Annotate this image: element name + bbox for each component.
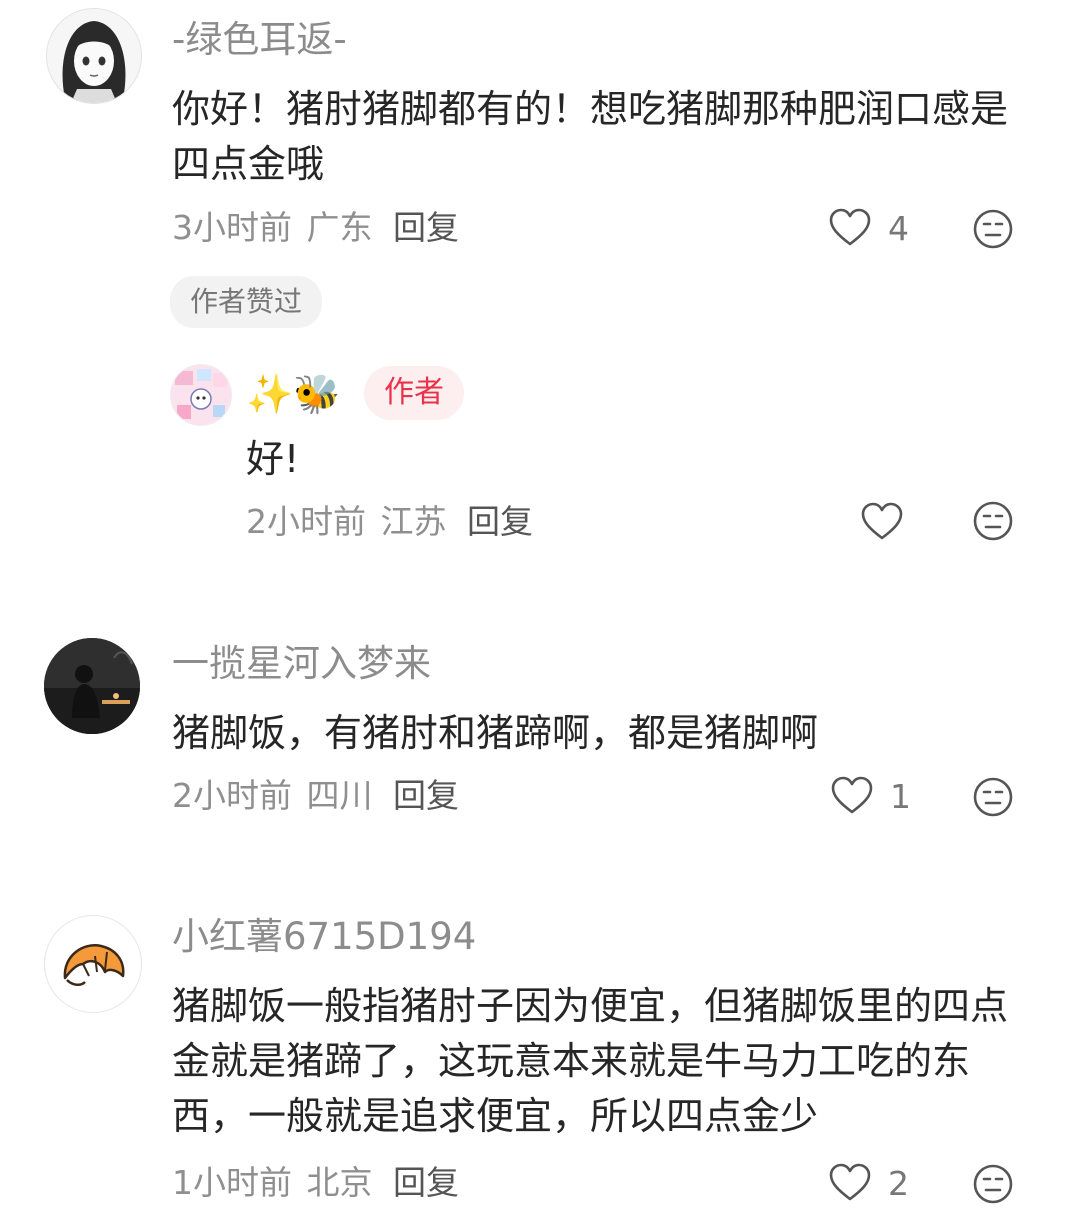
timestamp: 2小时前 [172,776,292,815]
like-button[interactable]: 4 [828,208,909,248]
location: 北京 [306,1163,373,1202]
reply-text: 好! [246,437,300,481]
comment-item: -绿色耳返- 你好！猪肘猪脚都有的！想吃猪脚那种肥润口感是四点金哦 3小时前 广… [0,0,1079,330]
avatar[interactable] [46,8,142,104]
heart-icon [861,502,903,540]
username[interactable]: 一揽星河入梦来 [172,642,431,686]
emoji-react-button[interactable] [972,776,1014,822]
reply-button[interactable]: 回复 [467,502,533,541]
like-button[interactable]: 2 [828,1163,909,1203]
like-count: 4 [888,208,909,248]
reply-button[interactable]: 回复 [393,776,459,815]
like-button[interactable] [860,502,920,542]
like-count: 2 [888,1163,909,1203]
timestamp: 3小时前 [172,208,292,247]
avatar[interactable] [170,364,232,426]
username[interactable]: -绿色耳返- [172,18,347,62]
sticker-collage-avatar-icon [171,365,231,425]
emoji-react-button[interactable] [972,1163,1014,1209]
anime-girl-avatar-icon [47,9,141,103]
emoji-react-button[interactable] [972,208,1014,254]
reply-meta: 2小时前 江苏 回复 [246,502,533,542]
heart-icon [829,208,871,246]
comment-text: 你好！猪肘猪脚都有的！想吃猪脚那种肥润口感是四点金哦 [172,87,1009,186]
like-count: 1 [890,776,911,816]
dark-silhouette-avatar-icon [44,638,140,734]
neutral-face-icon [973,501,1013,541]
reply-item: ✨🐝 作者 好! 2小时前 江苏 回复 [0,350,1079,560]
timestamp: 2小时前 [246,502,366,541]
neutral-face-icon [973,777,1013,817]
location: 江苏 [380,502,447,541]
comment-item: 一揽星河入梦来 猪脚饭，有猪肘和猪蹄啊，都是猪脚啊 2小时前 四川 回复 1 [0,620,1079,840]
like-button[interactable]: 1 [830,776,911,816]
heart-icon [829,1163,871,1201]
username[interactable]: 小红薯6715D194 [172,915,476,959]
comment-meta: 1小时前 北京 回复 [172,1163,459,1203]
avatar[interactable] [44,638,140,734]
neutral-face-icon [973,209,1013,249]
username[interactable]: ✨🐝 [246,372,341,416]
neutral-face-icon [973,1164,1013,1204]
comment-text: 猪脚饭，有猪肘和猪蹄啊，都是猪脚啊 [172,711,819,755]
location: 四川 [306,776,373,815]
heart-icon [831,776,873,814]
reply-button[interactable]: 回复 [393,1163,459,1202]
reply-button[interactable]: 回复 [393,208,459,247]
comment-text: 猪脚饭一般指猪肘子因为便宜，但猪脚饭里的四点金就是猪蹄了，这玩意本来就是牛马力工… [172,984,1009,1138]
location: 广东 [306,208,373,247]
comment-meta: 2小时前 四川 回复 [172,776,459,816]
croissant-avatar-icon [45,916,141,1012]
comment-item: 小红薯6715D194 猪脚饭一般指猪肘子因为便宜，但猪脚饭里的四点金就是猪蹄了… [0,895,1079,1221]
comment-meta: 3小时前 广东 回复 [172,208,459,248]
avatar[interactable] [44,915,142,1013]
author-liked-badge: 作者赞过 [170,276,323,328]
author-tag: 作者 [364,366,464,420]
timestamp: 1小时前 [172,1163,292,1202]
emoji-react-button[interactable] [972,500,1014,546]
